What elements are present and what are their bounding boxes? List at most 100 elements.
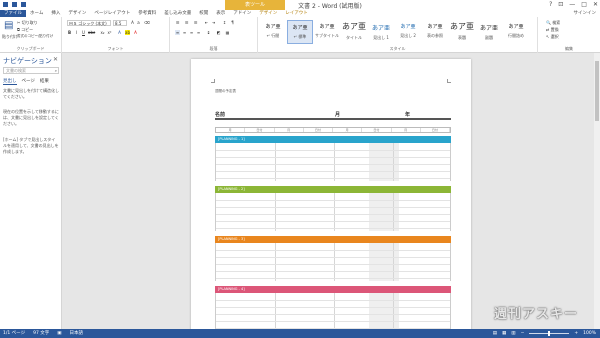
section-grid[interactable]: [215, 293, 451, 329]
help-button[interactable]: ?: [549, 1, 552, 8]
nav-tab-results[interactable]: 結果: [40, 78, 49, 85]
nav-tab-pages[interactable]: ページ: [22, 78, 35, 85]
nav-close-icon[interactable]: ✕: [53, 56, 58, 63]
date-cell[interactable]: 月: [275, 128, 304, 132]
date-cell[interactable]: 日付: [362, 128, 392, 132]
word-count[interactable]: 97 文字: [33, 329, 49, 338]
style-table-title[interactable]: あア亜 表題: [449, 20, 475, 44]
style-compact[interactable]: あア亜 行間詰め: [503, 20, 529, 44]
line-spacing-icon[interactable]: ↨: [206, 30, 211, 35]
multilevel-icon[interactable]: ☰: [193, 20, 198, 25]
date-cell[interactable]: 月: [333, 128, 363, 132]
shrink-font-icon[interactable]: a: [136, 20, 141, 25]
style-title[interactable]: あア亜 タイトル: [341, 20, 367, 44]
read-mode-icon[interactable]: ▤: [493, 329, 497, 338]
search-icon[interactable]: ⌕: [55, 68, 57, 74]
date-cell[interactable]: 月: [392, 128, 421, 132]
replace-button[interactable]: ⇄ 置換: [546, 27, 559, 33]
tab-view[interactable]: 表示: [212, 10, 229, 17]
grow-font-icon[interactable]: A: [130, 20, 135, 25]
signin-link[interactable]: サインイン: [574, 10, 597, 17]
redo-icon[interactable]: [21, 2, 26, 7]
tab-home[interactable]: ホーム: [26, 10, 47, 17]
date-cell[interactable]: 日付: [304, 128, 333, 132]
document-page[interactable]: 週間の予定表 名前 月 年 月 日付 月 日付 月 日付 月 日付 [PLANN…: [191, 59, 471, 329]
style-subtitle[interactable]: あア亜 サブタイトル: [314, 20, 340, 44]
sort-icon[interactable]: ↕: [222, 20, 227, 25]
select-button[interactable]: ↖ 選択: [546, 34, 559, 40]
highlight-icon[interactable]: ab: [125, 30, 130, 35]
style-no-spacing[interactable]: あア亜 ↵ 行間: [260, 20, 286, 44]
tab-references[interactable]: 参考資料: [134, 10, 160, 17]
tab-addins[interactable]: アドイン: [229, 10, 255, 17]
cut-button[interactable]: ✂ 切り取り: [17, 20, 38, 26]
tab-review[interactable]: 校閲: [195, 10, 212, 17]
undo-icon[interactable]: [12, 2, 17, 7]
language-indicator[interactable]: 日本語: [70, 329, 84, 338]
minimize-button[interactable]: —: [569, 1, 575, 8]
tab-insert[interactable]: 挿入: [47, 10, 64, 17]
tab-file[interactable]: ファイル: [0, 10, 26, 17]
align-right-icon[interactable]: ≡: [189, 30, 194, 35]
justify-icon[interactable]: ≡: [196, 30, 201, 35]
vertical-scrollbar[interactable]: [594, 53, 600, 329]
font-color-icon[interactable]: A: [133, 30, 138, 35]
zoom-in-icon[interactable]: +: [574, 329, 578, 338]
zoom-level[interactable]: 100%: [583, 329, 596, 338]
font-name-select[interactable]: ＭＳ ゴシック (本文): [67, 20, 111, 26]
save-icon[interactable]: [3, 2, 8, 7]
underline-icon[interactable]: U: [81, 30, 86, 35]
tab-table-layout[interactable]: レイアウト: [281, 10, 312, 17]
text-effects-icon[interactable]: A: [117, 30, 122, 35]
copy-button[interactable]: ⧉ コピー: [17, 27, 33, 33]
format-painter-button[interactable]: 書式のコピー/貼り付け: [17, 34, 53, 39]
zoom-out-icon[interactable]: −: [521, 329, 525, 338]
borders-icon[interactable]: ▦: [225, 30, 230, 35]
tab-design[interactable]: デザイン: [64, 10, 90, 17]
align-left-icon[interactable]: ≡: [175, 30, 180, 35]
tab-mailings[interactable]: 差し込み文書: [160, 10, 195, 17]
page-count[interactable]: 1/1 ページ: [3, 329, 25, 338]
section-bar[interactable]: [PLANNING - 1]: [215, 136, 451, 143]
print-layout-icon[interactable]: ▦: [502, 329, 506, 338]
show-marks-icon[interactable]: ¶: [230, 20, 235, 25]
subscript-icon[interactable]: x₂: [100, 30, 105, 35]
maximize-button[interactable]: □: [581, 1, 587, 8]
paste-icon[interactable]: ▤: [4, 20, 13, 31]
scroll-thumb[interactable]: [595, 61, 599, 121]
align-center-icon[interactable]: ≡: [182, 30, 187, 35]
close-button[interactable]: ✕: [593, 1, 598, 8]
style-table-reference[interactable]: あア亜 表の参照: [422, 20, 448, 44]
bullets-icon[interactable]: ☰: [175, 20, 180, 25]
numbering-icon[interactable]: ☰: [184, 20, 189, 25]
paste-button[interactable]: 貼り付け: [2, 34, 18, 40]
section-grid[interactable]: [215, 143, 451, 181]
section-bar[interactable]: [PLANNING - 2]: [215, 186, 451, 193]
section-bar[interactable]: [PLANNING - 3]: [215, 236, 451, 243]
tab-page-layout[interactable]: ページレイアウト: [90, 10, 134, 17]
web-layout-icon[interactable]: ▥: [511, 329, 515, 338]
nav-search-input[interactable]: 文書の検索 ⌕: [3, 67, 59, 74]
style-heading-2[interactable]: あア亜 見出し 2: [395, 20, 421, 44]
find-button[interactable]: 🔍 検索: [546, 20, 560, 26]
nav-tab-headings[interactable]: 見出し: [3, 78, 17, 85]
clear-format-icon[interactable]: ⌫: [144, 20, 150, 25]
section-bar[interactable]: [PLANNING - 4]: [215, 286, 451, 293]
font-size-select[interactable]: 8.5: [113, 20, 127, 26]
style-subheading[interactable]: あア亜 副題: [476, 20, 502, 44]
strikethrough-icon[interactable]: abc: [88, 30, 95, 35]
decrease-indent-icon[interactable]: ⇤: [204, 20, 209, 25]
date-cell[interactable]: 日付: [245, 128, 275, 132]
tab-table-design[interactable]: デザイン: [255, 10, 281, 17]
proofing-icon[interactable]: ▣: [57, 329, 61, 338]
style-normal[interactable]: あア亜 ↵ 標準: [287, 20, 313, 44]
increase-indent-icon[interactable]: ⇥: [211, 20, 216, 25]
italic-icon[interactable]: I: [74, 30, 79, 35]
superscript-icon[interactable]: x²: [107, 30, 112, 35]
section-grid[interactable]: [215, 193, 451, 231]
style-heading-1[interactable]: あア亜 見出し 1: [368, 20, 394, 44]
section-grid[interactable]: [215, 243, 451, 281]
bold-icon[interactable]: B: [67, 30, 72, 35]
ribbon-display-button[interactable]: ⊡: [558, 1, 563, 8]
shading-icon[interactable]: ◩: [216, 30, 221, 35]
